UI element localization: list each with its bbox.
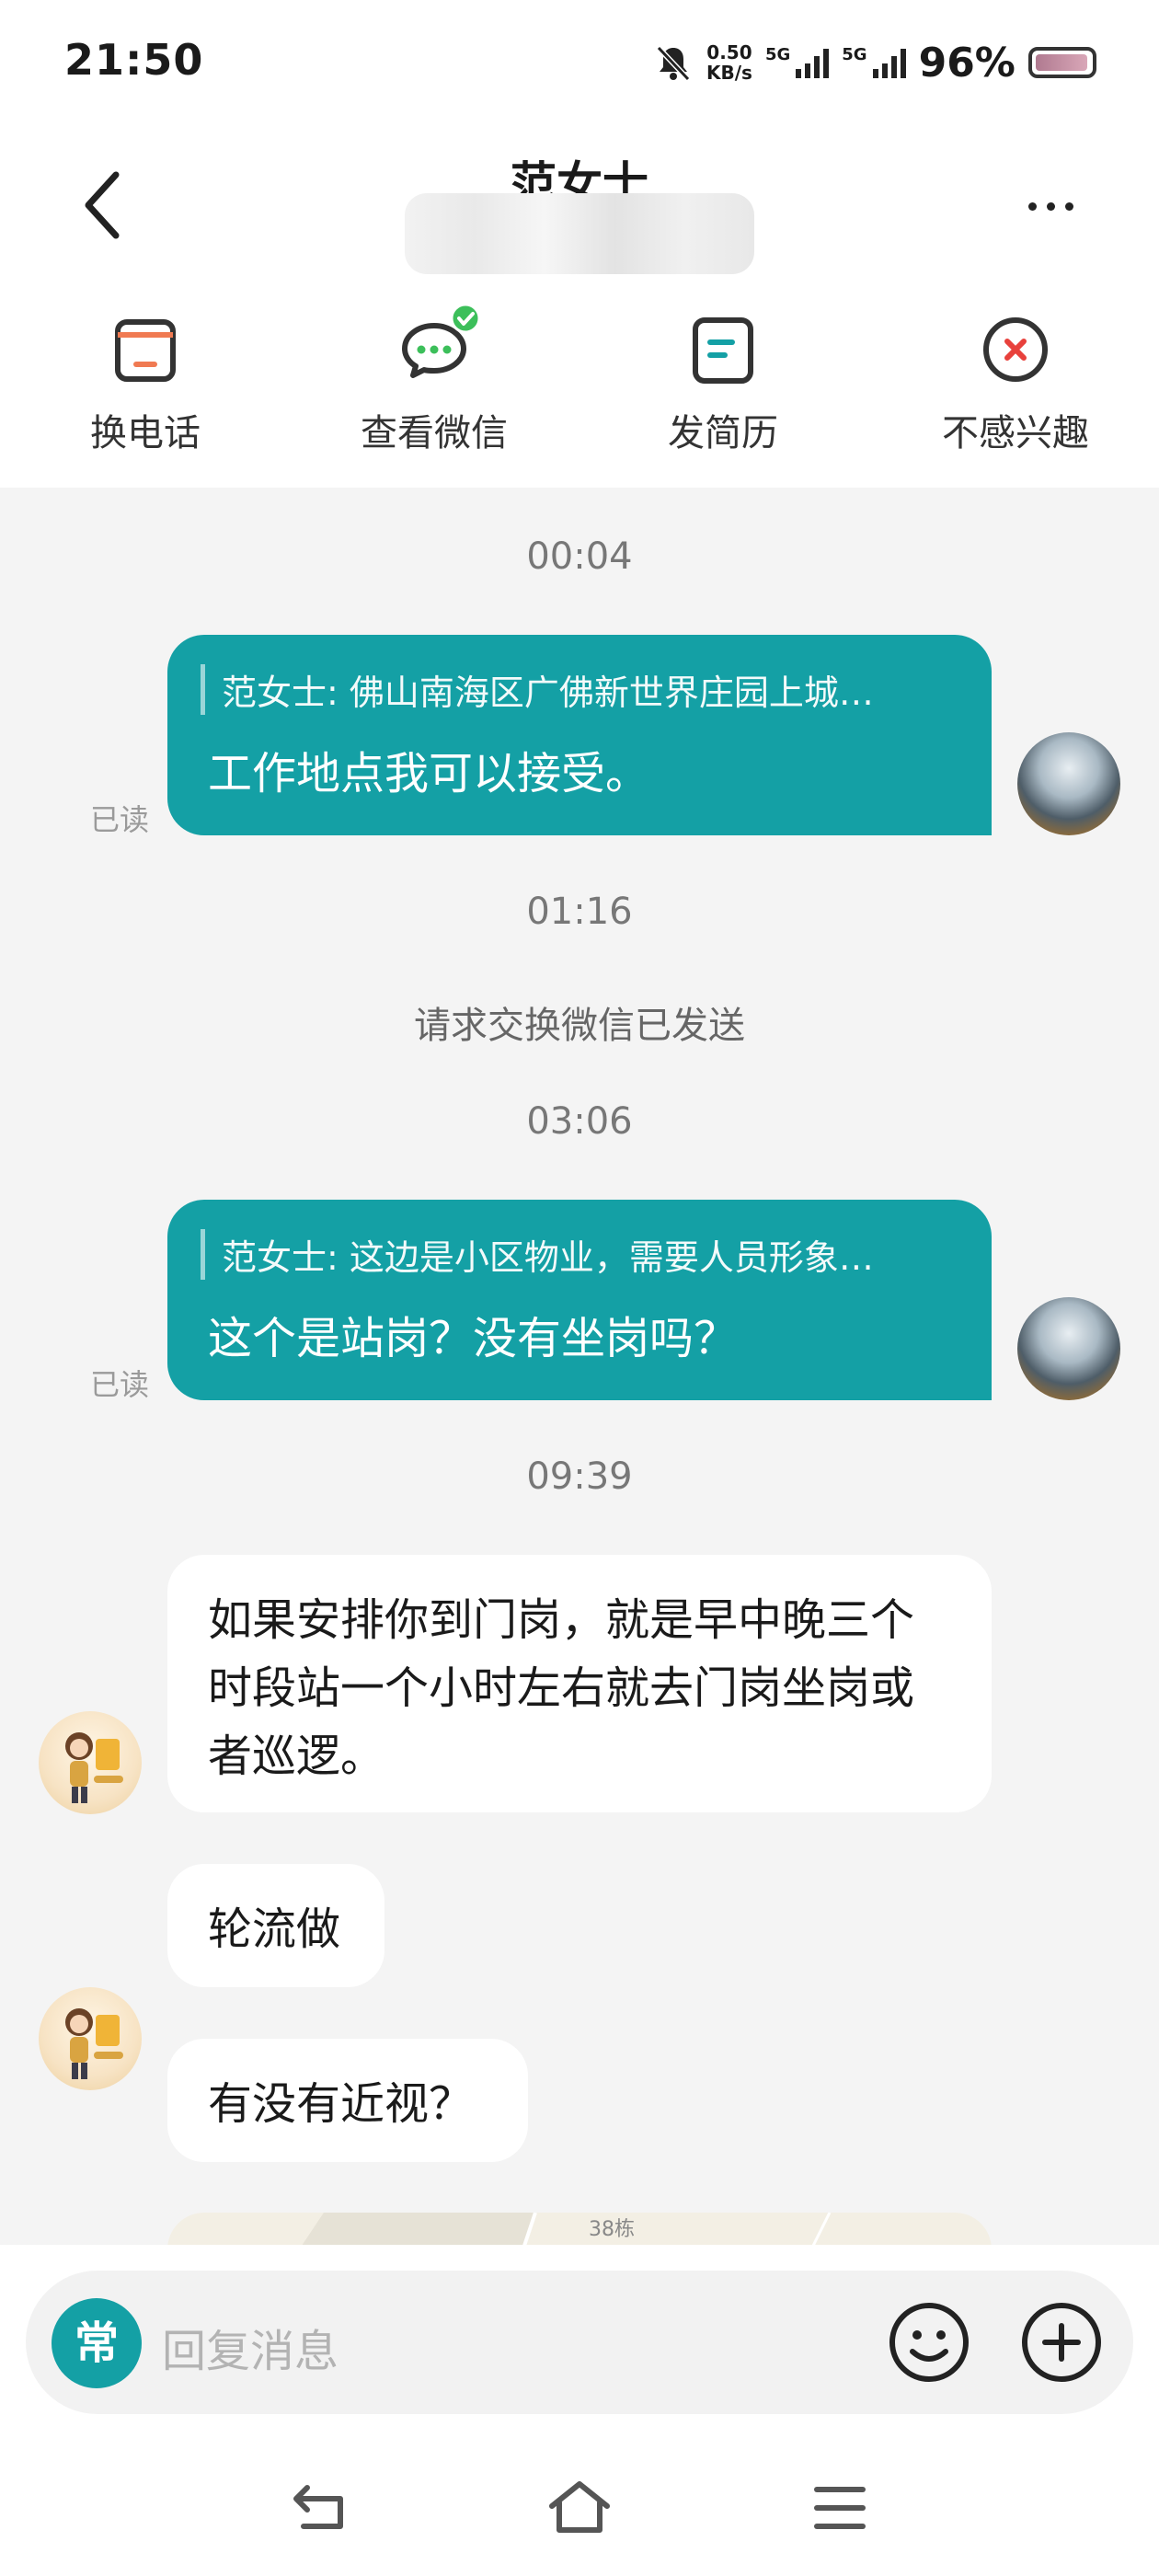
received-message-bubble[interactable]: 如果安排你到门岗，就是早中晚三个时段站一个小时左右就去门岗坐岗或者巡逻。 [167,1555,992,1812]
contact-avatar[interactable] [39,1987,142,2090]
my-avatar[interactable] [1017,1297,1120,1400]
mute-bell-icon [656,45,691,82]
timestamp: 00:04 [526,535,633,578]
contact-avatar[interactable] [39,1711,142,1814]
change-phone-label: 换电话 [90,412,201,454]
more-options-icon[interactable] [1028,197,1084,215]
nav-back-icon[interactable] [291,2475,351,2539]
speed-value: 0.50 [706,41,752,63]
blurred-subtitle [405,193,754,274]
message-text: 有没有近视？ [208,2078,474,2130]
status-time: 21:50 [64,35,204,85]
system-message: 请求交换微信已发送 [414,1005,745,1047]
message-text: 轮流做 [208,1903,341,1955]
network-speed: 0.50 KB/s [706,42,752,83]
avatar-illustration [65,1732,123,1803]
action-bar: 换电话 查看微信 发简历 不感兴趣 [0,303,1159,469]
network-type-2: 5G [842,44,867,64]
my-avatar[interactable] [1017,732,1120,835]
resume-icon [693,317,753,384]
view-wechat-label: 查看微信 [361,412,508,454]
quoted-text: 范女士: 这边是小区物业，需要人员形象… [201,1229,951,1280]
speed-unit: KB/s [706,62,752,84]
send-resume-button[interactable]: 发简历 [603,304,843,456]
not-interested-label: 不感兴趣 [942,412,1089,454]
avatar-illustration [65,2008,123,2079]
plus-icon[interactable] [1019,2300,1104,2385]
phone-icon [115,319,176,382]
sent-message-bubble[interactable]: 范女士: 这边是小区物业，需要人员形象… 这个是站岗？没有坐岗吗？ [167,1200,992,1400]
timestamp: 01:16 [526,891,633,933]
quoted-text: 范女士: 佛山南海区广佛新世界庄园上城… [201,664,951,715]
nav-home-icon[interactable] [546,2475,613,2539]
change-phone-button[interactable]: 换电话 [26,304,265,456]
message-text: 如果安排你到门岗，就是早中晚三个时段站一个小时左右就去门岗坐岗或者巡逻。 [208,1594,915,1782]
read-receipt: 已读 [90,1367,150,1402]
message-text: 这个是站岗？没有坐岗吗？ [208,1313,739,1364]
not-interested-button[interactable]: 不感兴趣 [896,304,1135,456]
read-receipt: 已读 [90,802,150,837]
sent-message-bubble[interactable]: 范女士: 佛山南海区广佛新世界庄园上城… 工作地点我可以接受。 [167,635,992,835]
received-message-bubble[interactable]: 轮流做 [167,1864,385,1987]
reply-input[interactable]: 回复消息 [162,2315,339,2379]
emoji-icon[interactable] [887,2300,971,2385]
timestamp: 03:06 [526,1100,633,1143]
nav-menu-icon[interactable] [811,2475,868,2539]
view-wechat-button[interactable]: 查看微信 [315,303,554,456]
quick-phrases-button[interactable]: 常 [52,2298,142,2388]
not-interested-icon [983,317,1048,382]
network-type-1: 5G [764,44,791,64]
signal-icon-1 [796,47,830,78]
battery-percent: 96% [918,39,1016,86]
status-icons: 0.50 KB/s 5G 5G 96% [653,35,1096,90]
send-resume-label: 发简历 [668,412,778,454]
battery-icon [1027,47,1096,78]
signal-icon-2 [872,47,906,78]
received-message-bubble[interactable]: 有没有近视？ [167,2039,529,2162]
wechat-icon [402,303,481,378]
map-building-label: 38栋 [589,2218,635,2241]
message-text: 工作地点我可以接受。 [208,748,650,799]
timestamp: 09:39 [526,1455,633,1498]
